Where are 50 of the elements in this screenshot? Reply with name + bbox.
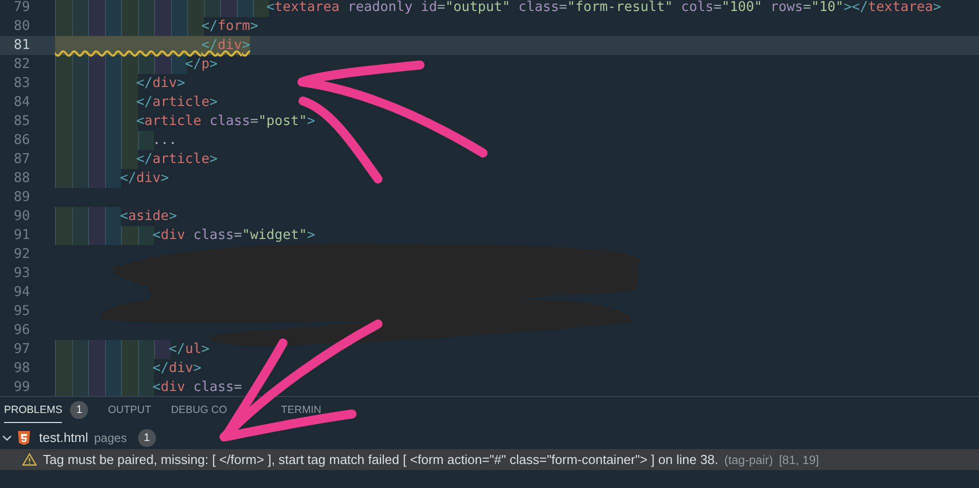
panel-tab[interactable]: PROBLEMS (4, 397, 62, 423)
problem-message: Tag must be paired, missing: [ </form> ], start tag match failed [ <form action="#" class="form-container"> ] on line 38. (43, 450, 718, 469)
line-number: 98 (12, 359, 30, 378)
line-number: 89 (12, 188, 30, 207)
line-number: 91 (12, 226, 30, 245)
code-line: </article> (135, 93, 218, 112)
file-name[interactable]: test.html (39, 428, 88, 448)
line-number: 94 (12, 283, 30, 302)
code-line: <textarea readonly id="output" class="form-result" cols="100" rows="10"></textarea> (265, 0, 942, 17)
problem-position: [81, 19] (778, 452, 819, 468)
line-number: 97 (12, 340, 30, 359)
line-number: 92 (12, 245, 30, 264)
line-number: 95 (12, 302, 30, 321)
problem-source: (tag-pair) (724, 452, 773, 468)
chevron-icon[interactable] (2, 433, 12, 443)
line-number: 81 (12, 36, 30, 55)
code-line: </form> (200, 17, 258, 36)
code-line: <article class="post"> (135, 112, 316, 131)
code-line: <aside> (119, 207, 177, 226)
line-number: 82 (12, 55, 30, 74)
code-line: <div class="widget"> (152, 226, 316, 245)
code-line: </div> (152, 359, 202, 378)
count-badge: 1 (70, 401, 88, 419)
panel-tab[interactable]: OUTPUT (108, 397, 152, 423)
line-number: 85 (12, 112, 30, 131)
code-line: </ul> (168, 340, 210, 359)
code-line: <div class= (152, 378, 242, 396)
line-number: 88 (12, 169, 30, 188)
problem-row[interactable]: Tag must be paired, missing: [ </form> ], start tag match failed [ <form action="#" class="form-container"> ] on line 38. (tag-pair) [81, 19] (0, 449, 979, 470)
code-line: </p> (184, 55, 218, 74)
line-number: 80 (12, 17, 30, 36)
line-number: 99 (12, 378, 30, 396)
code-line: </article> (135, 150, 218, 169)
line-number: 90 (12, 207, 30, 226)
panel-tab[interactable]: TERMIN (281, 397, 322, 423)
warning-icon (22, 453, 37, 466)
line-number: 84 (12, 93, 30, 112)
code-line: </div> (135, 74, 186, 93)
line-number: 79 (12, 0, 30, 17)
code-line: </div> (119, 169, 169, 188)
line-number: 83 (12, 74, 30, 93)
html-file-icon (18, 431, 30, 445)
line-number: 87 (12, 150, 30, 169)
line-number: 93 (12, 264, 30, 283)
code-line: ... (152, 131, 177, 150)
panel-tab[interactable]: DEBUG CO (171, 397, 228, 423)
count-badge: 1 (138, 429, 156, 447)
folder-name: pages (94, 430, 127, 447)
line-number: 86 (12, 131, 30, 150)
line-number: 96 (12, 321, 30, 340)
